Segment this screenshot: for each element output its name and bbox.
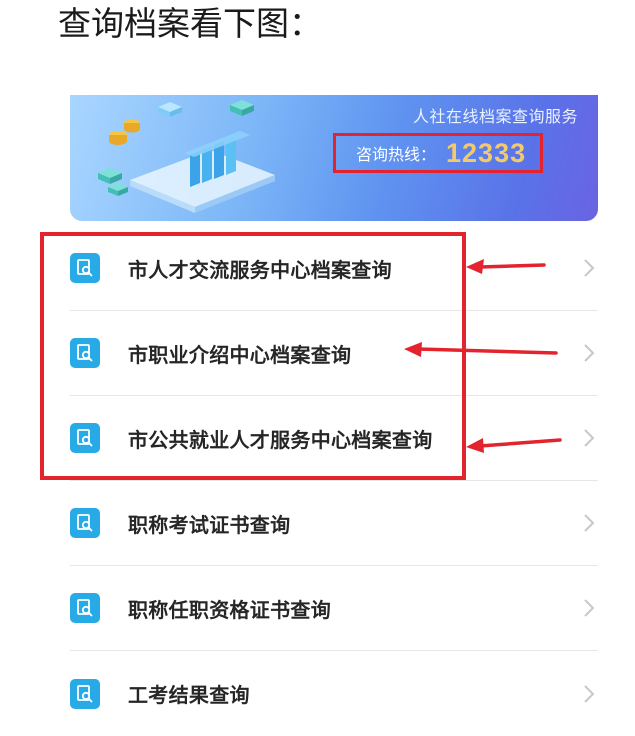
banner-illustration (98, 100, 275, 213)
document-search-icon (70, 338, 100, 368)
menu-item-label: 职称考试证书查询 (128, 512, 291, 537)
arrow-icon (466, 259, 546, 274)
chevron-right-icon (584, 429, 595, 447)
menu-item-label: 工考结果查询 (128, 683, 250, 707)
arrow-icon (466, 438, 562, 453)
menu-item-worker-exam-result[interactable]: 工考结果查询 (70, 651, 598, 736)
document-search-icon (70, 253, 100, 283)
chevron-right-icon (584, 344, 595, 362)
chevron-right-icon (584, 259, 595, 277)
menu-item-label: 市职业介绍中心档案查询 (128, 342, 352, 367)
document-search-icon (70, 423, 100, 453)
chevron-right-icon (584, 684, 595, 703)
hotline-number[interactable]: 12333 (446, 138, 526, 169)
menu-item-title-qualification-certificate[interactable]: 职称任职资格证书查询 (70, 566, 598, 651)
hotline-label: 咨询热线： (356, 145, 437, 164)
document-search-icon (70, 508, 100, 538)
hotline-box: 咨询热线： 12333 (333, 133, 543, 173)
document-search-icon (70, 678, 100, 709)
page-heading: 查询档案看下图： (58, 4, 322, 43)
document-search-icon (70, 593, 100, 623)
service-banner: 人社在线档案查询服务 咨询热线： 12333 (70, 95, 598, 221)
query-menu: 市人才交流服务中心档案查询 市职业介绍中心档案查询 市公共就业人才服务中心档案查… (70, 226, 598, 736)
chevron-right-icon (584, 599, 595, 617)
menu-item-title-exam-certificate[interactable]: 职称考试证书查询 (70, 481, 598, 566)
arrow-icon (404, 342, 558, 357)
menu-item-label: 市人才交流服务中心档案查询 (128, 257, 392, 282)
menu-item-label: 市公共就业人才服务中心档案查询 (128, 427, 433, 452)
menu-item-label: 职称任职资格证书查询 (128, 597, 331, 622)
chevron-right-icon (584, 514, 595, 532)
banner-title: 人社在线档案查询服务 (413, 107, 579, 126)
